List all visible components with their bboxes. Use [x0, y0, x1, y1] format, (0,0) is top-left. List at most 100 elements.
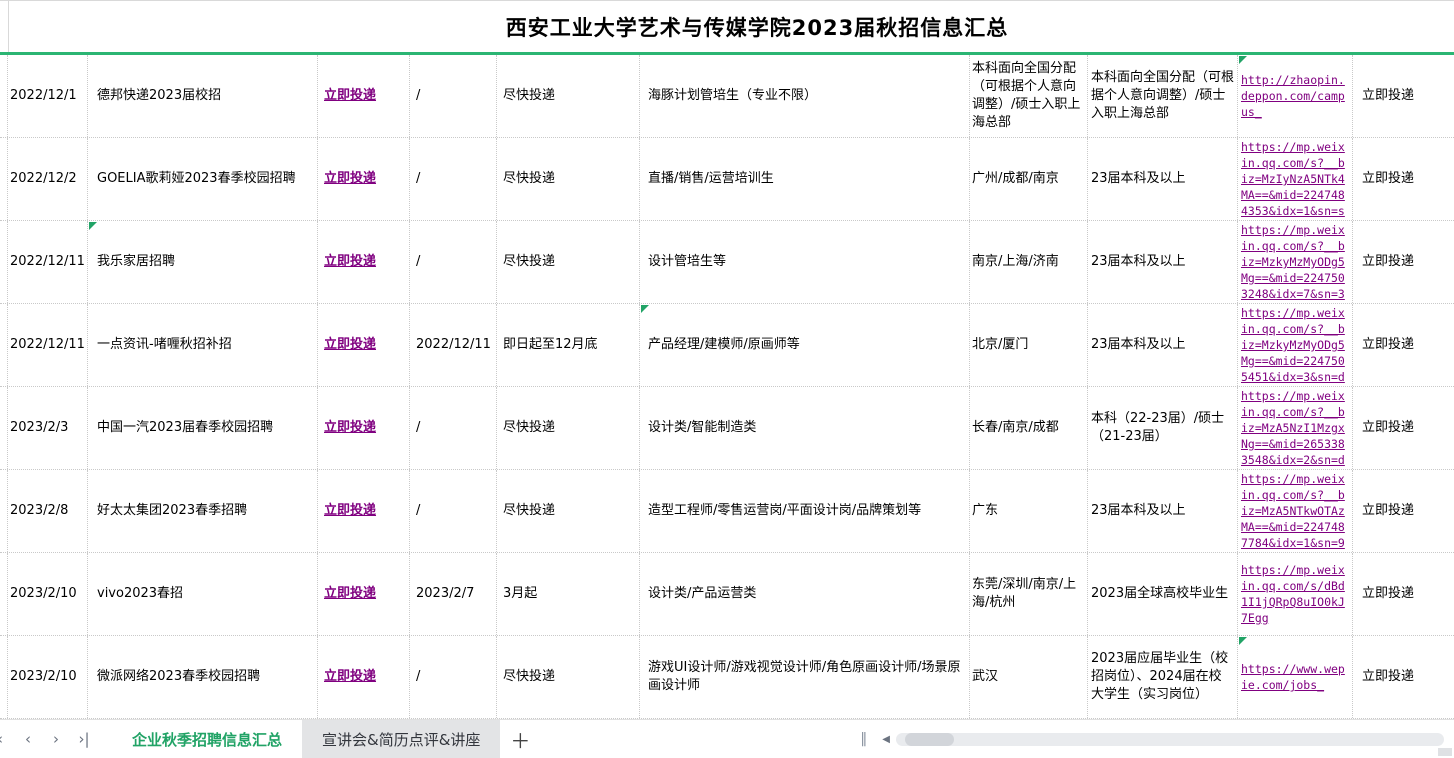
last-sheet-icon[interactable]: ›|	[70, 730, 98, 748]
start-date-text: 2023/2/7	[416, 585, 492, 603]
location-text: 长春/南京/成都	[972, 419, 1085, 437]
cell-positions: 直播/销售/运营培训生	[640, 138, 970, 220]
deadline-text: 即日起至12月底	[503, 336, 635, 354]
job-url-link[interactable]: http://zhaopin.deppon.com/campus_	[1241, 72, 1349, 120]
job-url-link[interactable]: https://mp.weixin.qq.com/s?__biz=MzIyNzA…	[1241, 139, 1349, 219]
apply-now-link[interactable]: 立即投递	[324, 170, 405, 188]
sheet-tab-active[interactable]: 企业秋季招聘信息汇总	[112, 720, 302, 758]
cell-action: 立即投递	[1353, 470, 1454, 552]
cell-start-date: 2022/12/11	[410, 304, 497, 386]
action-text: 立即投递	[1362, 87, 1450, 105]
spreadsheet: 西安工业大学艺术与传媒学院2023届秋招信息汇总 2022/12/1 德邦快递2…	[0, 0, 1454, 758]
cell-company: 我乐家居招聘	[88, 221, 318, 303]
company-text: 我乐家居招聘	[97, 253, 313, 271]
cell-location: 广州/成都/南京	[970, 138, 1088, 220]
horizontal-scrollbar[interactable]	[896, 733, 1444, 746]
cell-apply-link: 立即投递	[318, 636, 410, 718]
job-url-link[interactable]: https://mp.weixin.qq.com/s?__biz=MzA5NzI…	[1241, 388, 1349, 468]
cell-publish-date: 2023/2/3	[8, 387, 88, 469]
cell-url: https://www.wepie.com/jobs_	[1238, 636, 1353, 718]
deadline-text: 尽快投递	[503, 668, 635, 686]
job-url-link[interactable]: https://mp.weixin.qq.com/s/dBd1I1jQRpQ8u…	[1241, 562, 1349, 626]
cell-positions: 设计类/智能制造类	[640, 387, 970, 469]
apply-now-link[interactable]: 立即投递	[324, 585, 405, 603]
cell-positions: 产品经理/建模师/原画师等	[640, 304, 970, 386]
job-url-link[interactable]: https://mp.weixin.qq.com/s?__biz=MzkyMzM…	[1241, 222, 1349, 302]
scrollbar-thumb[interactable]	[905, 733, 954, 746]
cell-action: 立即投递	[1353, 138, 1454, 220]
table-row: 2022/12/2 GOELIA歌莉娅2023春季校园招聘 立即投递 / 尽快投…	[0, 138, 1454, 221]
sheet-tab-inactive[interactable]: 宣讲会&简历点评&讲座	[302, 720, 500, 758]
cell-location: 南京/上海/济南	[970, 221, 1088, 303]
company-text: GOELIA歌莉娅2023春季校园招聘	[97, 170, 313, 188]
cell-company: 中国一汽2023届春季校园招聘	[88, 387, 318, 469]
audience-text: 23届本科及以上	[1091, 336, 1234, 354]
audience-text: 2023届应届毕业生（校招岗位）、2024届在校大学生（实习岗位）	[1091, 650, 1234, 704]
apply-now-link[interactable]: 立即投递	[324, 502, 405, 520]
cell-publish-date: 2022/12/1	[8, 55, 88, 137]
cell-location: 北京/厦门	[970, 304, 1088, 386]
positions-text: 游戏UI设计师/游戏视觉设计师/角色原画设计师/场景原画设计师	[648, 659, 965, 695]
positions-text: 设计管培生等	[648, 253, 965, 271]
row-gutter	[0, 636, 8, 718]
table-row: 2022/12/1 德邦快递2023届校招 立即投递 / 尽快投递 海豚计划管培…	[0, 55, 1454, 138]
cell-deadline: 尽快投递	[497, 470, 640, 552]
cell-start-date: /	[410, 55, 497, 137]
deadline-text: 尽快投递	[503, 502, 635, 520]
apply-now-link[interactable]: 立即投递	[324, 336, 405, 354]
publish-date-text: 2022/12/11	[10, 336, 83, 354]
cell-url: https://mp.weixin.qq.com/s?__biz=MzkyMzM…	[1238, 221, 1353, 303]
scroll-left-icon[interactable]: ◀	[882, 734, 890, 745]
audience-text: 23届本科及以上	[1091, 253, 1234, 271]
job-url-link[interactable]: https://mp.weixin.qq.com/s?__biz=MzA5NTk…	[1241, 471, 1349, 551]
deadline-text: 尽快投递	[503, 87, 635, 105]
cell-apply-link: 立即投递	[318, 221, 410, 303]
cell-url: http://zhaopin.deppon.com/campus_	[1238, 55, 1353, 137]
sheet-title: 西安工业大学艺术与传媒学院2023届秋招信息汇总	[506, 12, 1008, 42]
row-gutter	[0, 387, 8, 469]
start-date-text: /	[416, 419, 492, 437]
action-text: 立即投递	[1362, 668, 1450, 686]
location-text: 本科面向全国分配（可根据个人意向调整）/硕士入职上海总部	[972, 60, 1085, 132]
table-row: 2023/2/10 微派网络2023春季校园招聘 立即投递 / 尽快投递 游戏U…	[0, 636, 1454, 719]
positions-text: 产品经理/建模师/原画师等	[648, 336, 965, 354]
cell-location: 长春/南京/成都	[970, 387, 1088, 469]
company-text: 一点资讯-啫喱秋招补招	[97, 336, 313, 354]
apply-now-link[interactable]: 立即投递	[324, 668, 405, 686]
cell-deadline: 尽快投递	[497, 55, 640, 137]
audience-text: 本科（22-23届）/硕士（21-23届）	[1091, 410, 1234, 446]
cell-start-date: 2023/2/7	[410, 553, 497, 635]
table-row: 2022/12/11 我乐家居招聘 立即投递 / 尽快投递 设计管培生等 南京/…	[0, 221, 1454, 304]
tab-splitter-handle[interactable]: ‖	[860, 731, 868, 747]
apply-now-link[interactable]: 立即投递	[324, 253, 405, 271]
table-row: 2023/2/10 vivo2023春招 立即投递 2023/2/7 3月起 设…	[0, 553, 1454, 636]
cell-audience: 2023届全球高校毕业生	[1088, 553, 1238, 635]
publish-date-text: 2023/2/8	[10, 502, 83, 520]
row-gutter	[0, 304, 8, 386]
start-date-text: /	[416, 668, 492, 686]
next-sheet-icon[interactable]: ›	[42, 730, 70, 748]
apply-now-link[interactable]: 立即投递	[324, 419, 405, 437]
cell-audience: 本科面向全国分配（可根据个人意向调整）/硕士入职上海总部	[1088, 55, 1238, 137]
publish-date-text: 2022/12/11	[10, 253, 83, 271]
cell-start-date: /	[410, 138, 497, 220]
cell-deadline: 尽快投递	[497, 138, 640, 220]
job-url-link[interactable]: https://www.wepie.com/jobs_	[1241, 661, 1349, 693]
job-url-link[interactable]: https://mp.weixin.qq.com/s?__biz=MzkyMzM…	[1241, 305, 1349, 385]
apply-now-link[interactable]: 立即投递	[324, 87, 405, 105]
cell-publish-date: 2022/12/11	[8, 221, 88, 303]
first-sheet-icon[interactable]: ‹	[0, 730, 14, 748]
error-marker-triangle	[1239, 56, 1247, 64]
title-row: 西安工业大学艺术与传媒学院2023届秋招信息汇总	[0, 0, 1454, 52]
audience-text: 本科面向全国分配（可根据个人意向调整）/硕士入职上海总部	[1091, 69, 1234, 123]
prev-sheet-icon[interactable]: ‹	[14, 730, 42, 748]
cell-start-date: /	[410, 387, 497, 469]
publish-date-text: 2023/2/10	[10, 668, 83, 686]
action-text: 立即投递	[1362, 170, 1450, 188]
audience-text: 2023届全球高校毕业生	[1091, 585, 1234, 603]
sheet-tab-bar: ‹ ‹ › ›| 企业秋季招聘信息汇总 宣讲会&简历点评&讲座 ＋ ‖ ◀	[0, 719, 1454, 758]
cell-company: 好太太集团2023春季招聘	[88, 470, 318, 552]
cell-publish-date: 2023/2/10	[8, 553, 88, 635]
cell-deadline: 尽快投递	[497, 636, 640, 718]
add-sheet-button[interactable]: ＋	[500, 720, 540, 758]
